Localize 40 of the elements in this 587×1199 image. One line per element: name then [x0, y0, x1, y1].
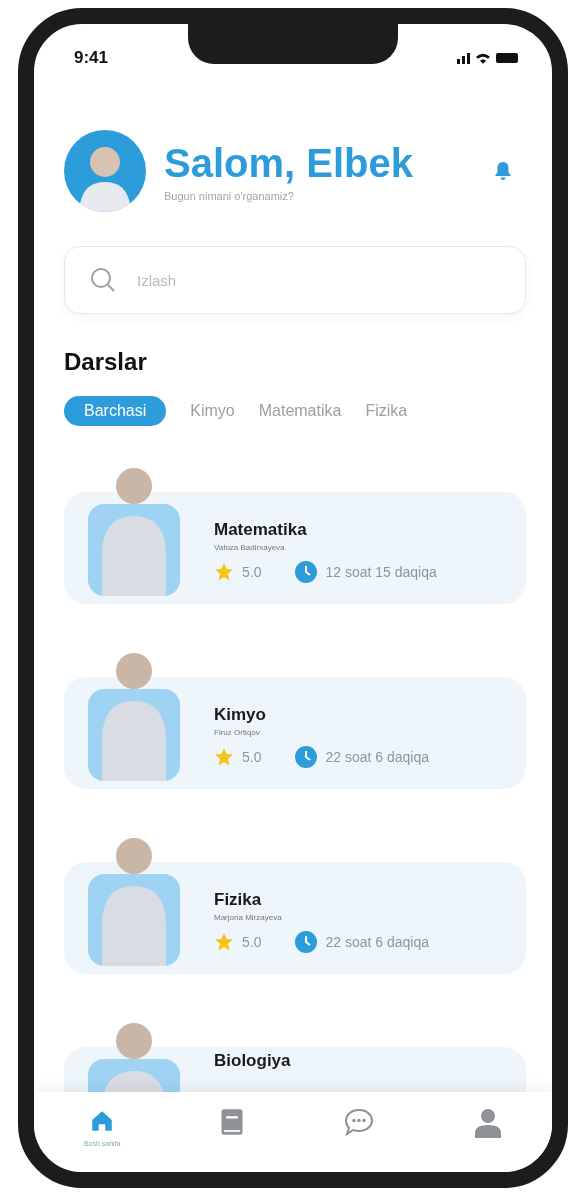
- teacher-name: Vafoza Badirxayeva: [214, 543, 286, 552]
- section-title: Darslar: [64, 348, 148, 376]
- book-icon: [220, 1108, 245, 1136]
- search-icon: [90, 267, 116, 293]
- rating-text: 5.0: [242, 749, 262, 765]
- greeting-subtitle: Bugun nimani o'rganamiz?: [164, 189, 295, 202]
- category-tab[interactable]: Barchasi: [64, 396, 167, 426]
- bell-icon[interactable]: [494, 161, 512, 181]
- rating-text: 5.0: [242, 934, 262, 950]
- clock-icon: [295, 931, 318, 953]
- greeting-title: Salom, Elbek: [164, 140, 414, 186]
- course-title: Fizika: [214, 890, 263, 910]
- star-icon: [214, 562, 234, 582]
- chat-icon: [344, 1108, 375, 1136]
- course-title: Kimyo: [214, 705, 267, 725]
- nav-tab[interactable]: [344, 1108, 375, 1136]
- signal-icon: [457, 52, 470, 64]
- category-tab[interactable]: Matematika: [258, 396, 342, 426]
- star-icon: [214, 932, 234, 952]
- nav-tab[interactable]: [474, 1108, 503, 1138]
- clock-icon: [295, 746, 318, 768]
- clock-icon: [295, 561, 318, 583]
- course-title: Matematika: [214, 520, 308, 540]
- duration-text: 12 soat 15 daqiqa: [325, 564, 437, 580]
- category-tab[interactable]: Kimyo: [190, 396, 235, 426]
- battery-icon: [496, 53, 518, 63]
- status-time: 9:41: [74, 48, 109, 68]
- duration-text: 22 soat 6 daqiqa: [325, 749, 429, 765]
- user-icon: [474, 1108, 503, 1138]
- teacher-name: Firuz Ortiqov: [214, 728, 261, 737]
- star-icon: [214, 747, 234, 767]
- course-title: Biologiya: [214, 1051, 291, 1071]
- nav-tab[interactable]: [220, 1108, 245, 1136]
- teacher-name: Marjona Mirzayeva: [214, 913, 283, 922]
- duration-text: 22 soat 6 daqiqa: [325, 934, 429, 950]
- avatar[interactable]: [64, 130, 146, 212]
- search-field[interactable]: Izlash: [64, 246, 526, 314]
- category-tab[interactable]: Fizika: [365, 396, 408, 426]
- rating-text: 5.0: [242, 564, 262, 580]
- wifi-icon: [476, 52, 490, 64]
